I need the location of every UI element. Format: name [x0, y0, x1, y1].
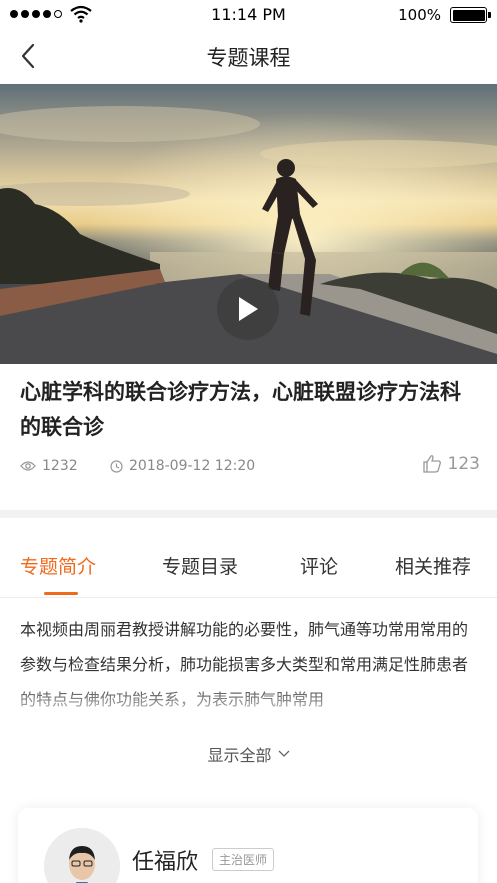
course-meta: 1232 2018-09-12 12:20 123: [20, 454, 480, 480]
thumbs-up-icon: [422, 455, 441, 473]
active-tab-indicator: [44, 592, 78, 595]
status-bar: 11:14 PM 100%: [0, 0, 497, 30]
battery-percent: 100%: [398, 6, 441, 24]
publish-time-value: 2018-09-12 12:20: [129, 458, 256, 474]
tab-catalog[interactable]: 专题目录: [162, 552, 238, 579]
chevron-down-icon: [278, 750, 289, 757]
view-count-value: 1232: [42, 458, 78, 474]
tab-comments[interactable]: 评论: [300, 552, 338, 579]
play-icon: [239, 297, 258, 321]
battery-icon: [450, 7, 491, 23]
intro-text-container: 本视频由周丽君教授讲解功能的必要性，肺气通等功常用常用的参数与检查结果分析，肺功…: [20, 612, 482, 722]
play-button[interactable]: [217, 278, 279, 340]
tab-intro[interactable]: 专题简介: [20, 552, 96, 579]
doctor-name: 任福欣: [132, 850, 199, 875]
course-title: 心脏学科的联合诊疗方法，心脏联盟诊疗方法科的联合诊: [20, 380, 461, 439]
intro-fade: [20, 682, 482, 722]
doctor-portrait: [44, 828, 120, 883]
eye-icon: [20, 461, 36, 471]
video-player[interactable]: [0, 84, 497, 364]
tab-recommend[interactable]: 相关推荐: [395, 552, 471, 579]
publish-time: 2018-09-12 12:20: [110, 458, 255, 474]
tab-bar: 专题简介 专题目录 评论 相关推荐: [0, 540, 497, 598]
section-divider: [0, 510, 497, 518]
view-count: 1232: [20, 458, 78, 474]
doctor-card[interactable]: 任福欣 主治医师: [18, 808, 478, 883]
show-all-label: 显示全部: [207, 746, 272, 765]
doctor-title-badge: 主治医师: [212, 848, 275, 871]
clock-icon: [110, 459, 123, 473]
like-count: 123: [447, 454, 480, 474]
show-all-button[interactable]: 显示全部: [0, 742, 497, 766]
avatar: [44, 828, 120, 883]
nav-bar: 专题课程: [0, 30, 497, 84]
like-button[interactable]: 123: [422, 454, 480, 474]
page-title: 专题课程: [206, 46, 291, 70]
